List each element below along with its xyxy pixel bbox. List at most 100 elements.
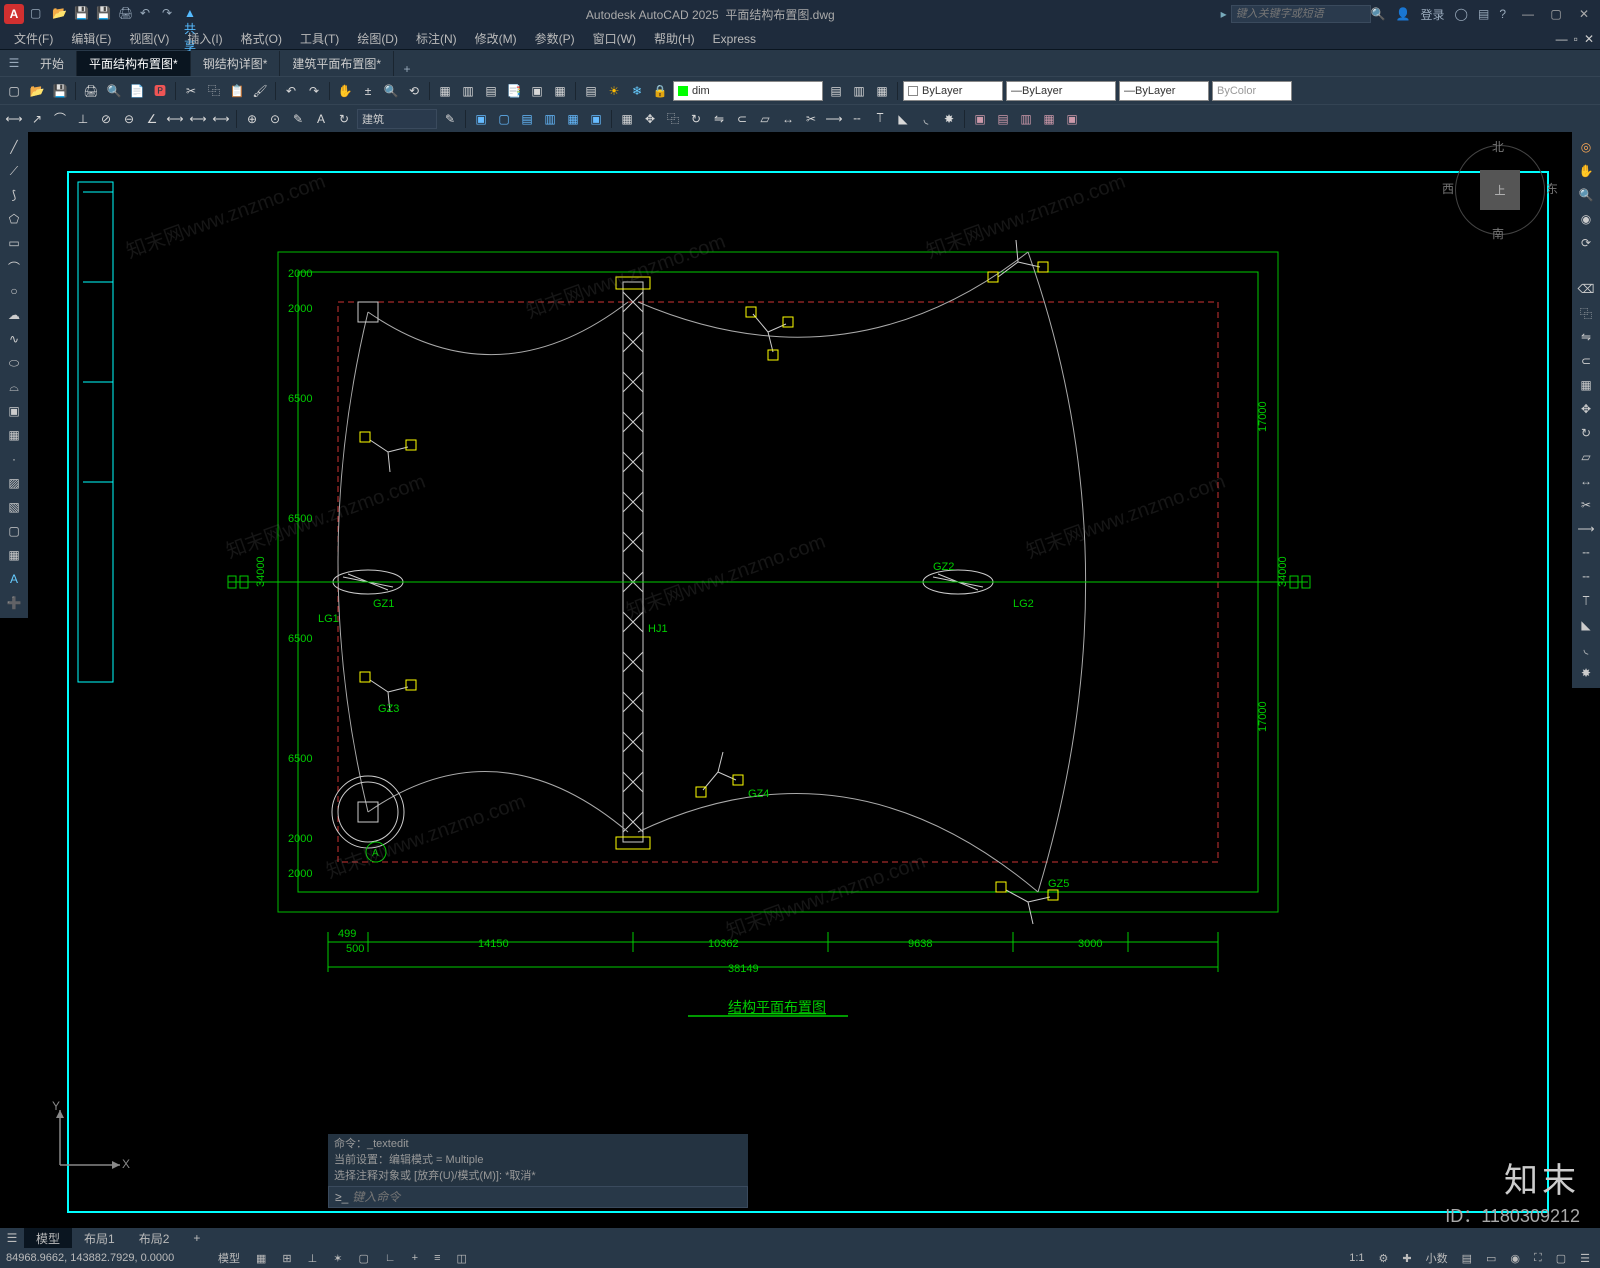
block-attr-icon[interactable]: ▦: [563, 109, 583, 129]
dim-radius-icon[interactable]: ⊘: [96, 109, 116, 129]
polygon-icon[interactable]: ⬠: [2, 208, 26, 230]
menu-express[interactable]: Express: [705, 30, 764, 48]
color-dropdown[interactable]: ByLayer: [903, 81, 1003, 101]
xref4-icon[interactable]: ▦: [1039, 109, 1059, 129]
layer-lock-icon[interactable]: 🔒: [650, 81, 670, 101]
dim-update-icon[interactable]: ↻: [334, 109, 354, 129]
edit-block-icon[interactable]: ▤: [517, 109, 537, 129]
offset2-icon[interactable]: ⊂: [1574, 350, 1598, 372]
zoom-realtime-icon[interactable]: ±: [358, 81, 378, 101]
toolpalette-icon[interactable]: ▤: [481, 81, 501, 101]
view-cube[interactable]: 上 北 南 西 东: [1450, 140, 1550, 240]
user-icon[interactable]: 👤: [1396, 7, 1411, 21]
viewcube-west[interactable]: 西: [1442, 180, 1454, 197]
fillet-icon[interactable]: ◟: [916, 109, 936, 129]
minimize-button[interactable]: —: [1516, 5, 1540, 23]
makeblock-icon[interactable]: ▦: [2, 424, 26, 446]
close-button[interactable]: ✕: [1572, 5, 1596, 23]
join-icon[interactable]: ⟙: [870, 109, 890, 129]
publish-icon[interactable]: 📄: [127, 81, 147, 101]
array2-icon[interactable]: ▦: [1574, 374, 1598, 396]
break-icon[interactable]: ╌: [847, 109, 867, 129]
hatch-icon[interactable]: ▨: [2, 472, 26, 494]
lwt-icon[interactable]: ≡: [430, 1252, 444, 1264]
tab-file-0[interactable]: 平面结构布置图*: [77, 51, 191, 76]
explode-icon[interactable]: ✸: [939, 109, 959, 129]
lineweight-dropdown[interactable]: — ByLayer: [1119, 81, 1209, 101]
nav-showmotion-icon[interactable]: ⟳: [1574, 232, 1598, 254]
saveas-icon[interactable]: 💾: [96, 6, 112, 22]
array-icon[interactable]: ▦: [617, 109, 637, 129]
workspace-icon[interactable]: ▤: [1458, 1252, 1476, 1265]
sheetset-icon[interactable]: 📑: [504, 81, 524, 101]
polyline-icon[interactable]: ⟆: [2, 184, 26, 206]
command-input[interactable]: [352, 1190, 741, 1204]
ribbon-toggle-icon[interactable]: ☰: [0, 50, 28, 76]
app-store-icon[interactable]: ▤: [1478, 7, 1489, 21]
layer-sun-icon[interactable]: ☀: [604, 81, 624, 101]
copy-icon[interactable]: ⿻: [204, 81, 224, 101]
viewcube-top[interactable]: 上: [1480, 170, 1520, 210]
spline-icon[interactable]: ∿: [2, 328, 26, 350]
centermark-icon[interactable]: ⊙: [265, 109, 285, 129]
menu-view[interactable]: 视图(V): [121, 28, 177, 49]
dim-cont-icon[interactable]: ⟷: [211, 109, 231, 129]
zoom-window-icon[interactable]: 🔍: [381, 81, 401, 101]
xref-icon[interactable]: ▣: [970, 109, 990, 129]
explode2-icon[interactable]: ✸: [1574, 662, 1598, 684]
match-icon[interactable]: 🖌: [250, 81, 270, 101]
search-input[interactable]: [1231, 5, 1371, 23]
ellipsearc-icon[interactable]: ⌓: [2, 376, 26, 398]
cut-icon[interactable]: ✂: [181, 81, 201, 101]
region-icon[interactable]: ▢: [2, 520, 26, 542]
3dprint-icon[interactable]: 🅿: [150, 81, 170, 101]
tab-file-1[interactable]: 钢结构详图*: [191, 51, 281, 76]
xref3-icon[interactable]: ▥: [1016, 109, 1036, 129]
tolerance-icon[interactable]: ⊕: [242, 109, 262, 129]
dim-base-icon[interactable]: ⟷: [188, 109, 208, 129]
trim-icon[interactable]: ✂: [801, 109, 821, 129]
model-space-button[interactable]: 模型: [214, 1250, 244, 1266]
rotate-icon[interactable]: ↻: [686, 109, 706, 129]
dyn-icon[interactable]: +: [408, 1252, 422, 1264]
menu-draw[interactable]: 绘图(D): [349, 28, 406, 49]
autodesk-icon[interactable]: ◯: [1455, 7, 1468, 21]
viewcube-south[interactable]: 南: [1492, 225, 1504, 242]
extend-icon[interactable]: ⟶: [824, 109, 844, 129]
monitor-icon[interactable]: ▭: [1482, 1252, 1500, 1265]
undo-icon[interactable]: ↶: [281, 81, 301, 101]
table-icon[interactable]: ▦: [2, 544, 26, 566]
save-icon[interactable]: 💾: [50, 81, 70, 101]
nav-orbit-icon[interactable]: ◉: [1574, 208, 1598, 230]
quickcalc-icon[interactable]: ▦: [550, 81, 570, 101]
maximize-button[interactable]: ▢: [1544, 5, 1568, 23]
breakat-icon[interactable]: ╌: [1574, 542, 1598, 564]
menu-param[interactable]: 参数(P): [527, 28, 583, 49]
xline-icon[interactable]: ⟋: [2, 160, 26, 182]
doc-restore-button[interactable]: ▫: [1574, 32, 1578, 46]
custom-icon[interactable]: ☰: [1576, 1252, 1594, 1265]
dim-quick-icon[interactable]: ⟷: [165, 109, 185, 129]
hardware-icon[interactable]: ⛶: [1530, 1252, 1546, 1265]
menu-dim[interactable]: 标注(N): [408, 28, 465, 49]
copy2-icon[interactable]: ⿻: [663, 109, 683, 129]
join2-icon[interactable]: ⟙: [1574, 590, 1598, 612]
chamfer-icon[interactable]: ◣: [893, 109, 913, 129]
stretch2-icon[interactable]: ↔: [1574, 470, 1598, 492]
revcloud-icon[interactable]: ☁: [2, 304, 26, 326]
wblock-icon[interactable]: ▥: [540, 109, 560, 129]
make-block-icon[interactable]: ▣: [471, 109, 491, 129]
doc-minimize-button[interactable]: —: [1556, 32, 1568, 46]
move-icon[interactable]: ✥: [640, 109, 660, 129]
layer-iso-icon[interactable]: ▥: [849, 81, 869, 101]
block-sync-icon[interactable]: ▣: [586, 109, 606, 129]
menu-insert[interactable]: 插入(I): [179, 28, 230, 49]
layout-add[interactable]: +: [181, 1229, 212, 1247]
save-icon[interactable]: 💾: [74, 6, 90, 22]
command-line[interactable]: ≥_: [328, 1186, 748, 1208]
plot-icon[interactable]: 🖨: [118, 6, 134, 22]
linetype-dropdown[interactable]: — ByLayer: [1006, 81, 1116, 101]
layer-match-icon[interactable]: ▦: [872, 81, 892, 101]
scale-icon[interactable]: ▱: [755, 109, 775, 129]
redo-icon[interactable]: ↷: [304, 81, 324, 101]
